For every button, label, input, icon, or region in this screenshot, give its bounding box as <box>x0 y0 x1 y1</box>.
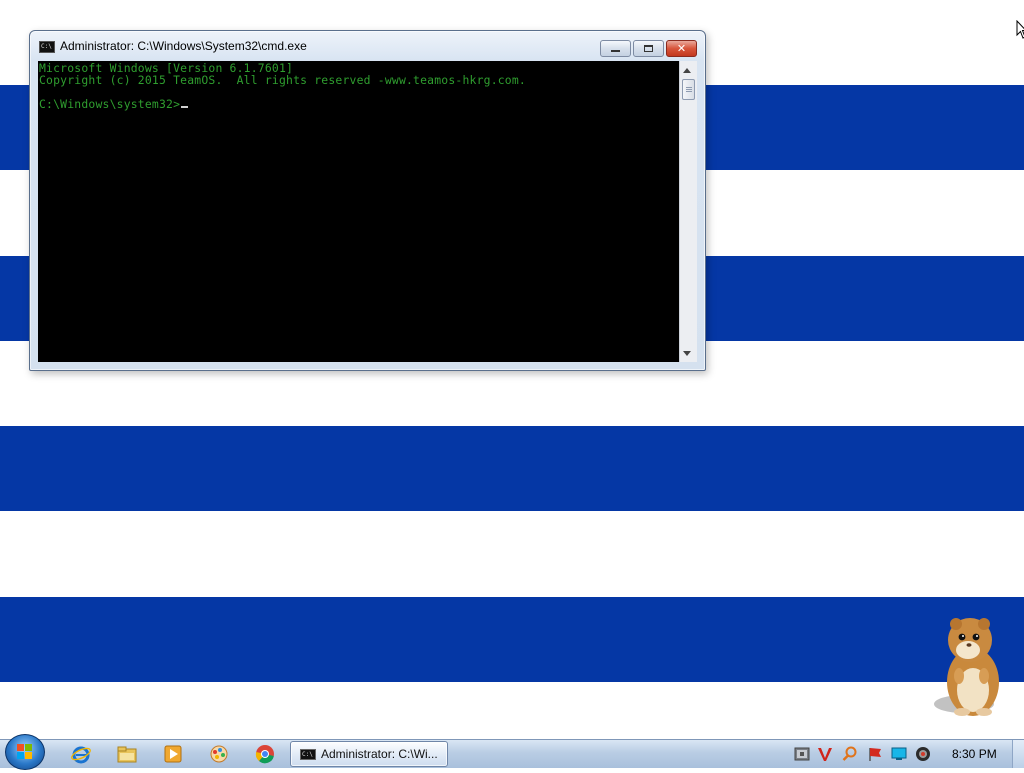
search-magnifier-icon <box>842 746 857 761</box>
console-icon[interactable]: C:\ <box>39 41 55 53</box>
text-cursor <box>181 106 189 108</box>
taskbar-pin-file-explorer[interactable] <box>114 743 140 765</box>
taskbar-item-cmd[interactable]: C:\ Administrator: C:\Wi... <box>290 741 448 767</box>
maximize-button[interactable] <box>633 40 664 57</box>
tray-action-center[interactable] <box>867 746 883 762</box>
chrome-icon <box>255 745 274 764</box>
window-title: Administrator: C:\Windows\System32\cmd.e… <box>60 39 307 53</box>
hamster-mascot-icon[interactable] <box>918 612 1018 722</box>
internet-explorer-icon <box>71 746 91 764</box>
taskbar-pin-chrome[interactable] <box>252 743 278 765</box>
start-button[interactable] <box>5 734 45 770</box>
tray-volume[interactable] <box>915 746 931 762</box>
mouse-pointer-icon <box>1016 20 1024 39</box>
tray-display[interactable] <box>891 746 907 762</box>
minimize-button[interactable] <box>600 40 631 57</box>
paint-app-icon <box>210 745 228 763</box>
network-tool-icon <box>794 747 810 761</box>
console-output[interactable]: Microsoft Windows [Version 6.1.7601] Cop… <box>38 61 679 362</box>
display-icon <box>891 747 907 760</box>
media-player-icon <box>164 745 182 763</box>
taskbar-pin-media-player[interactable] <box>160 743 186 765</box>
close-button[interactable]: ✕ <box>666 40 697 57</box>
scrollbar-thumb[interactable] <box>682 79 695 100</box>
antivirus-v-icon <box>818 748 832 761</box>
taskbar-clock[interactable]: 8:30 PM <box>952 747 997 761</box>
file-explorer-icon <box>117 746 137 763</box>
maximize-icon <box>644 45 653 52</box>
tray-search[interactable] <box>842 746 858 762</box>
console-line: Copyright (c) 2015 TeamOS. All rights re… <box>39 73 526 87</box>
tray-antivirus[interactable] <box>817 746 833 762</box>
close-icon: ✕ <box>676 42 687 55</box>
taskbar-pin-paint-app[interactable] <box>206 743 232 765</box>
console-icon: C:\ <box>300 749 316 760</box>
minimize-icon <box>611 50 620 52</box>
taskbar-item-label: Administrator: C:\Wi... <box>321 747 438 761</box>
wallpaper-stripe <box>0 597 1024 682</box>
volume-icon <box>916 747 930 761</box>
vertical-scrollbar[interactable] <box>679 61 697 362</box>
taskbar: C:\ Administrator: C:\Wi... 8:30 PM <box>0 734 1024 770</box>
window-titlebar[interactable]: C:\ Administrator: C:\Windows\System32\c… <box>30 31 705 61</box>
prompt-text: C:\Windows\system32> <box>39 97 181 111</box>
tray-network-tool[interactable] <box>794 746 810 762</box>
flag-icon <box>869 748 881 761</box>
show-desktop-button[interactable] <box>1012 740 1024 768</box>
scroll-down-arrow-icon[interactable] <box>683 351 691 356</box>
windows-start-orb-icon <box>17 744 32 759</box>
scroll-up-arrow-icon[interactable] <box>683 68 691 73</box>
wallpaper-stripe <box>0 426 1024 511</box>
taskbar-pin-internet-explorer[interactable] <box>68 743 94 765</box>
cmd-window[interactable]: C:\ Administrator: C:\Windows\System32\c… <box>29 30 706 371</box>
command-prompt-line[interactable]: C:\Windows\system32> <box>39 98 679 110</box>
